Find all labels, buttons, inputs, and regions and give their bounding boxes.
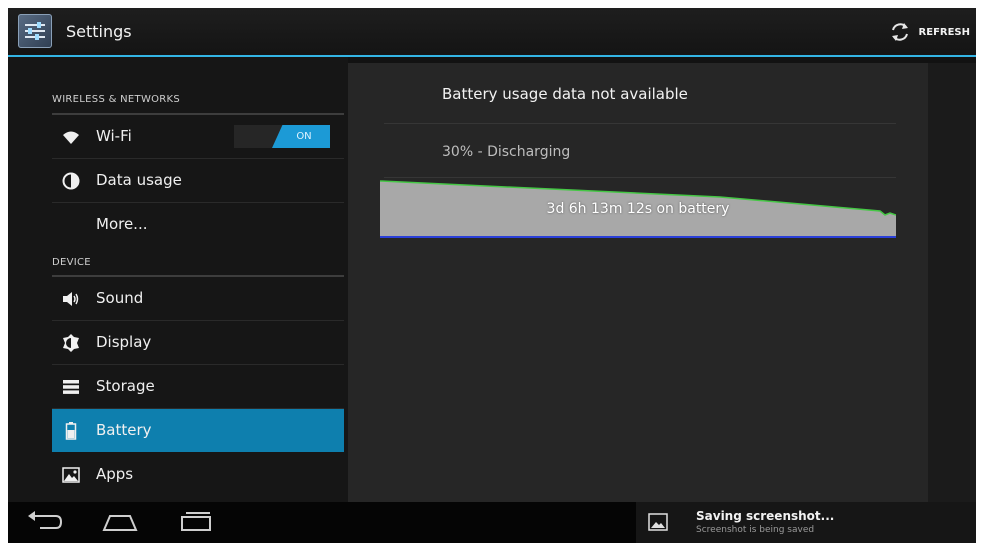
refresh-icon <box>891 23 908 41</box>
android-screen: Settings REFRESH WIRELESS & NETWORKS Wi-… <box>8 8 976 543</box>
sidebar-item-label: Battery <box>96 421 152 439</box>
battery-icon <box>65 422 77 440</box>
sidebar-item-label: Display <box>96 333 152 351</box>
refresh-label: REFRESH <box>918 26 970 38</box>
storage-icon <box>63 380 79 394</box>
right-edge-panel <box>928 63 976 502</box>
section-header-wireless: WIRELESS & NETWORKS <box>52 94 181 105</box>
image-icon <box>648 513 668 531</box>
divider <box>384 177 896 178</box>
sidebar-item-more[interactable]: More... <box>52 203 344 246</box>
brightness-icon <box>63 334 79 352</box>
battery-usage-unavailable-text: Battery usage data not available <box>442 85 688 103</box>
wifi-toggle-on: ON <box>272 125 330 148</box>
page-title: Settings <box>66 22 132 41</box>
notification-title: Saving screenshot... <box>696 509 835 523</box>
home-icon[interactable] <box>100 510 140 534</box>
section-header-device: DEVICE <box>52 257 91 268</box>
refresh-button[interactable]: REFRESH <box>885 18 974 46</box>
settings-sliders-icon[interactable] <box>18 14 52 48</box>
sidebar-item-apps[interactable]: Apps <box>52 453 344 496</box>
sidebar-item-label: More... <box>96 215 148 233</box>
sidebar-item-sound[interactable]: Sound <box>52 277 344 321</box>
apps-icon <box>62 467 80 483</box>
recent-apps-icon[interactable] <box>178 510 214 534</box>
sidebar-item-label: Wi-Fi <box>96 127 132 145</box>
wifi-toggle[interactable]: ON <box>234 125 330 148</box>
sidebar-item-label: Storage <box>96 377 155 395</box>
sidebar-item-display[interactable]: Display <box>52 321 344 365</box>
battery-status-text[interactable]: 30% - Discharging <box>442 144 570 160</box>
sidebar-item-label: Apps <box>96 465 134 483</box>
sidebar-item-wifi[interactable]: Wi-Fi ON <box>52 115 344 159</box>
divider <box>384 123 896 124</box>
sidebar-item-battery[interactable]: Battery <box>52 409 344 452</box>
sidebar-item-data-usage[interactable]: Data usage <box>52 159 344 203</box>
sidebar-item-storage[interactable]: Storage <box>52 365 344 409</box>
speaker-icon <box>63 292 79 306</box>
screenshot-notification[interactable]: Saving screenshot... Screenshot is being… <box>636 502 976 543</box>
sidebar-item-label: Sound <box>96 289 144 307</box>
data-usage-icon <box>62 172 80 190</box>
action-bar: Settings REFRESH <box>8 8 976 57</box>
notification-subtitle: Screenshot is being saved <box>696 525 815 535</box>
battery-graph-label: 3d 6h 13m 12s on battery <box>546 201 730 217</box>
back-icon[interactable] <box>26 510 64 534</box>
battery-panel: Battery usage data not available 30% - D… <box>348 63 928 502</box>
settings-sidebar: WIRELESS & NETWORKS Wi-Fi ON Data usage … <box>8 57 348 502</box>
sidebar-item-label: Data usage <box>96 171 182 189</box>
battery-history-graph[interactable]: 3d 6h 13m 12s on battery <box>379 179 897 241</box>
wifi-icon <box>63 131 79 144</box>
